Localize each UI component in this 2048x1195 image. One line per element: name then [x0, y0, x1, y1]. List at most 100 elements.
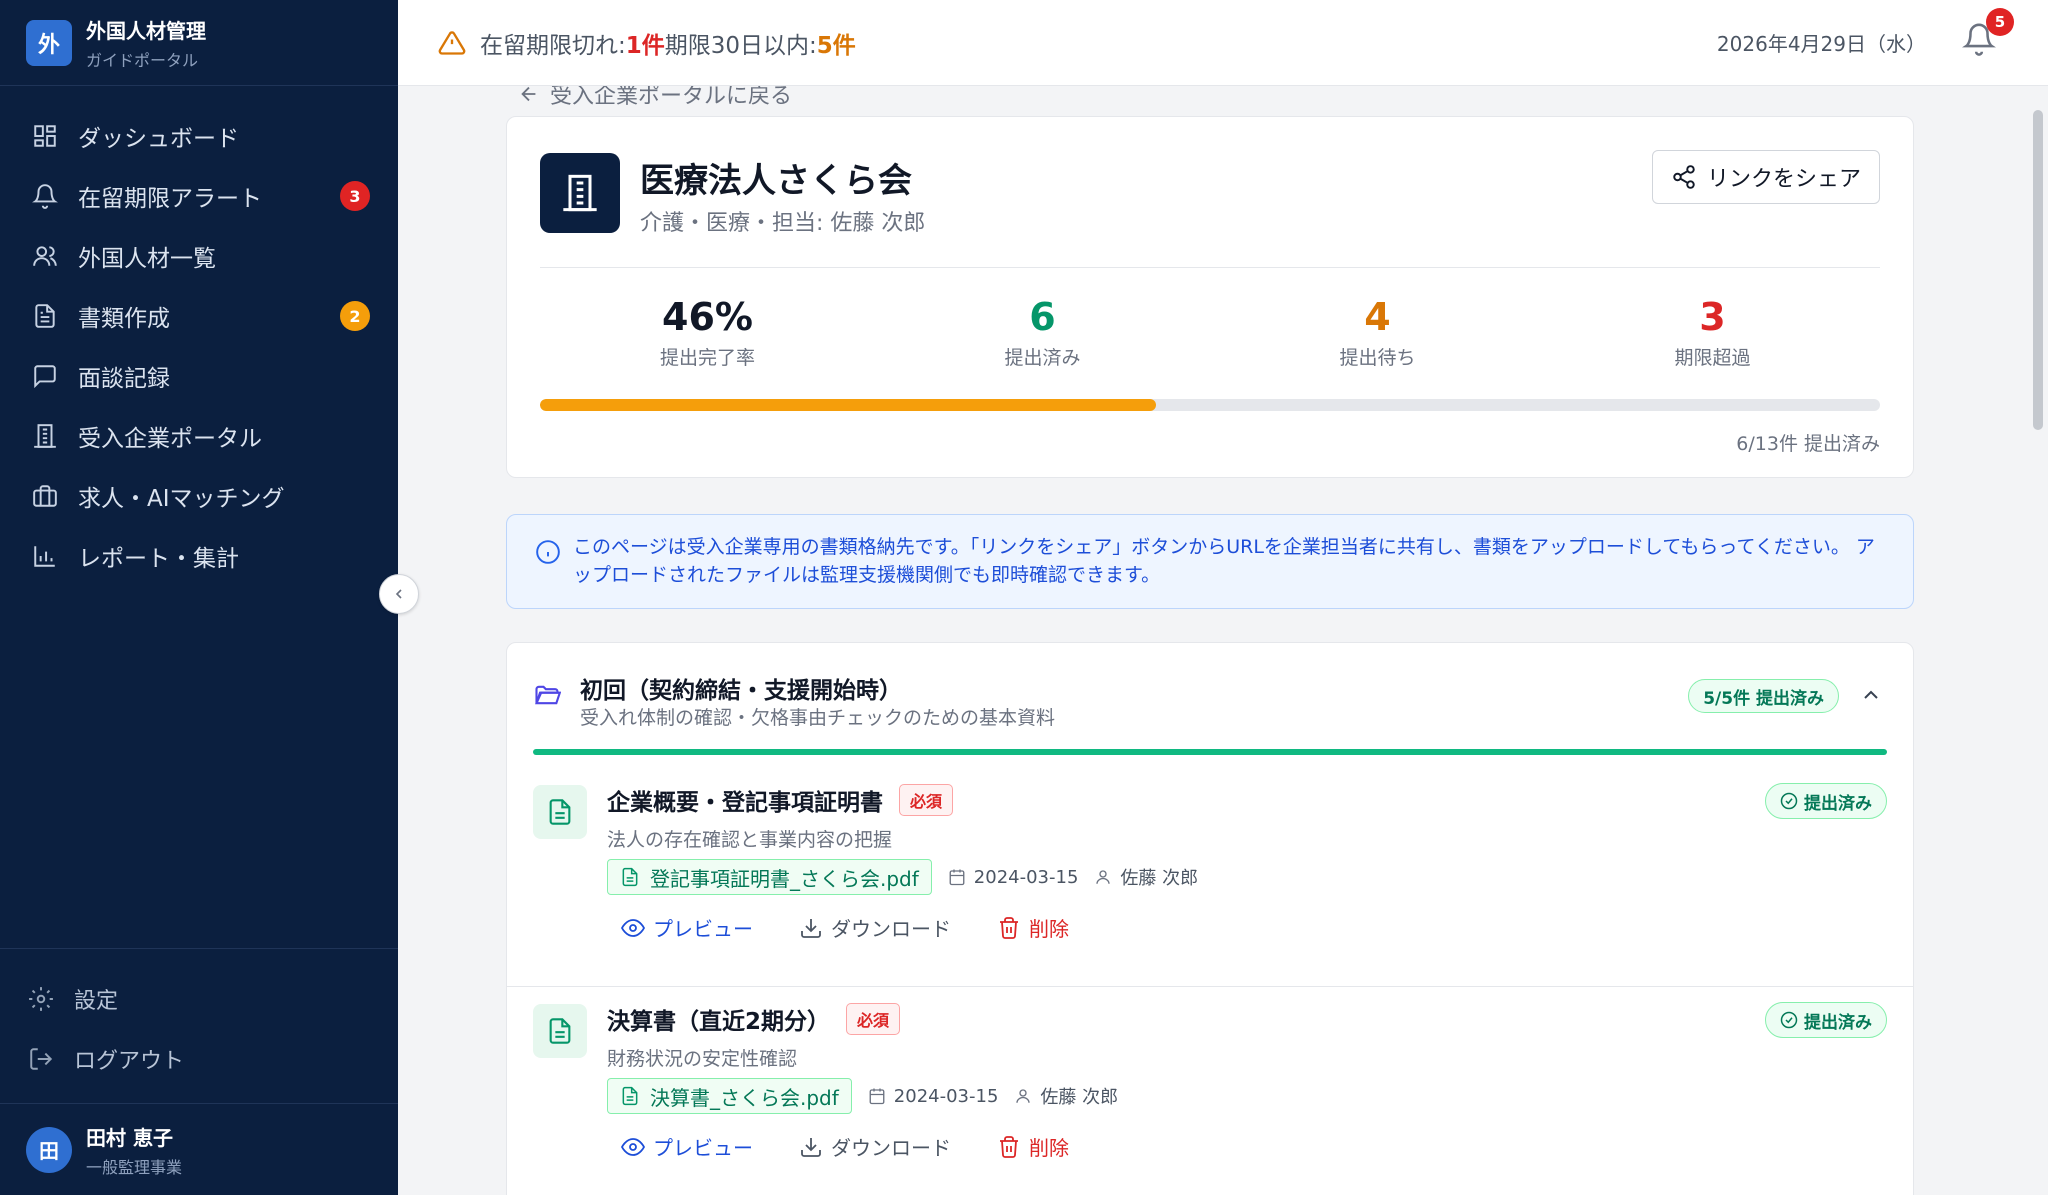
document-icon [533, 785, 587, 839]
sidebar-item-company-portal[interactable]: 受入企業ポータル [0, 406, 398, 466]
sidebar-item-dashboard[interactable]: ダッシュボード [0, 106, 398, 166]
uploader-name: 佐藤 次郎 [1040, 1087, 1119, 1108]
soon-label: 期限30日以内: [664, 32, 817, 59]
file-text-icon [549, 1018, 571, 1044]
download-icon [801, 918, 821, 938]
chevron-up-icon[interactable] [1859, 683, 1883, 707]
trash-icon [1000, 1135, 1018, 1158]
sidebar-collapse-button[interactable] [379, 574, 419, 614]
document-title-text: 企業概要・登記事項証明書 [607, 790, 883, 816]
stat-value: 6 [1029, 295, 1056, 339]
download-label: ダウンロード [831, 1136, 951, 1160]
document-description: 法人の存在確認と事業内容の把握 [607, 829, 893, 851]
scrollbar-thumb[interactable] [2033, 110, 2043, 430]
document-section: 初回（契約締結・支援開始時） 受入れ体制の確認・欠格事由チェックのための基本資料… [506, 642, 1914, 1195]
stat-value: 46% [662, 295, 753, 339]
sidebar-item-foreign-talent[interactable]: 外国人材一覧 [0, 226, 398, 286]
document-item: 決算書（直近2期分） 必須 財務状況の安定性確認 決算書_さくら会.pdf 20… [507, 988, 1913, 1195]
document-actions: プレビュー ダウンロード 削除 [621, 913, 1115, 942]
document-title: 決算書（直近2期分） 必須 [607, 1002, 901, 1036]
sidebar-item-interviews[interactable]: 面談記録 [0, 346, 398, 406]
sidebar-item-reports[interactable]: レポート・集計 [0, 526, 398, 586]
file-name: 決算書_さくら会.pdf [650, 1085, 839, 1110]
company-name: 医療法人さくら会 [640, 161, 912, 201]
stat-label: 提出完了率 [659, 347, 755, 369]
sidebar-item-jobs[interactable]: 求人・AIマッチング [0, 466, 398, 526]
trash-icon [1000, 916, 1018, 939]
section-title: 初回（契約締結・支援開始時） [580, 678, 902, 704]
scrollbar[interactable] [2028, 86, 2048, 1195]
upload-date: 2024-03-15 [948, 866, 1079, 888]
sidebar-nav: ダッシュボード 在留期限アラート 3 外国人材一覧 書類作成 2 面談記録 受入… [0, 86, 398, 586]
download-button[interactable]: ダウンロード [799, 913, 951, 942]
company-icon [540, 153, 620, 233]
calendar-icon [869, 1088, 885, 1105]
document-description: 財務状況の安定性確認 [607, 1048, 798, 1070]
preview-button[interactable]: プレビュー [621, 913, 753, 942]
progress-fill [540, 399, 1157, 411]
user-profile[interactable]: 田 田村 恵子 一般監理事業 [0, 1103, 398, 1195]
stat-label: 期限超過 [1674, 347, 1751, 369]
back-link[interactable]: 受入企業ポータルに戻る [518, 86, 792, 110]
document-count-badge: 2 [340, 301, 370, 331]
stat-value: 3 [1699, 295, 1726, 339]
stat-label: 提出済み [1004, 347, 1081, 369]
chat-icon [34, 365, 56, 389]
sidebar-item-alerts[interactable]: 在留期限アラート 3 [0, 166, 398, 226]
sidebar: 外 外国人材管理 ガイドポータル ダッシュボード 在留期限アラート 3 外国人材… [0, 0, 398, 1195]
expiry-alert-summary: 在留期限切れ: 1件 期限30日以内: 5件 [438, 26, 856, 60]
expired-count: 1件 [625, 32, 665, 59]
preview-label: プレビュー [653, 1136, 753, 1160]
sidebar-item-label: 求人・AIマッチング [78, 486, 285, 512]
stat-label: 提出待ち [1339, 347, 1416, 369]
logout-label: ログアウト [74, 1049, 185, 1074]
stat-completion-rate: 46% 提出完了率 [540, 295, 875, 370]
users-icon [33, 246, 57, 266]
settings-label: 設定 [74, 989, 119, 1014]
share-link-label: リンクをシェア [1706, 167, 1861, 192]
document-title-text: 決算書（直近2期分） [607, 1009, 831, 1035]
delete-button[interactable]: 削除 [997, 913, 1069, 942]
stat-overdue: 3 期限超過 [1545, 295, 1880, 370]
expired-label: 在留期限切れ: [480, 32, 626, 59]
settings-link[interactable]: 設定 [0, 969, 398, 1029]
sidebar-item-label: レポート・集計 [78, 546, 239, 572]
file-icon [622, 867, 638, 887]
logout-link[interactable]: ログアウト [0, 1029, 398, 1089]
briefcase-icon [33, 485, 57, 507]
alert-count-badge: 3 [340, 181, 370, 211]
document-icon [35, 304, 55, 328]
document-meta: 決算書_さくら会.pdf 2024-03-15 佐藤 次郎 [607, 1078, 1118, 1114]
building-icon [34, 424, 56, 448]
sidebar-item-label: 受入企業ポータル [78, 426, 262, 452]
eye-icon [621, 918, 645, 937]
file-chip[interactable]: 登記事項証明書_さくら会.pdf [607, 859, 932, 895]
download-button[interactable]: ダウンロード [799, 1132, 951, 1161]
soon-count: 5件 [816, 32, 856, 59]
share-link-button[interactable]: リンクをシェア [1651, 150, 1880, 204]
topbar: 在留期限切れ: 1件 期限30日以内: 5件 2026年4月29日（水） 5 [398, 0, 2048, 86]
upload-date-text: 2024-03-15 [973, 866, 1079, 888]
delete-button[interactable]: 削除 [997, 1132, 1069, 1161]
uploader-name: 佐藤 次郎 [1120, 868, 1199, 889]
section-header[interactable]: 初回（契約締結・支援開始時） 受入れ体制の確認・欠格事由チェックのための基本資料… [507, 643, 1913, 743]
file-text-icon [549, 799, 571, 825]
section-progress-bar [533, 749, 1887, 755]
section-subtitle: 受入れ体制の確認・欠格事由チェックのための基本資料 [580, 707, 1056, 729]
stat-pending: 4 提出待ち [1210, 295, 1545, 370]
stats-row: 46% 提出完了率 6 提出済み 4 提出待ち 3 期限超過 [540, 295, 1880, 370]
check-circle-icon [1780, 792, 1798, 810]
download-label: ダウンロード [831, 917, 951, 941]
sidebar-item-documents[interactable]: 書類作成 2 [0, 286, 398, 346]
required-badge: 必須 [899, 784, 954, 816]
preview-button[interactable]: プレビュー [621, 1132, 753, 1161]
file-chip[interactable]: 決算書_さくら会.pdf [607, 1078, 852, 1114]
download-icon [801, 1137, 821, 1157]
brand: 外 外国人材管理 ガイドポータル [0, 0, 398, 86]
progress-caption: 6/13件 提出済み [1736, 433, 1880, 455]
brand-title: 外国人材管理 [86, 18, 206, 43]
upload-date: 2024-03-15 [868, 1086, 998, 1107]
file-name: 登記事項証明書_さくら会.pdf [650, 866, 919, 891]
sidebar-item-label: 在留期限アラート [78, 186, 262, 212]
notification-button[interactable]: 5 [1962, 8, 2014, 58]
